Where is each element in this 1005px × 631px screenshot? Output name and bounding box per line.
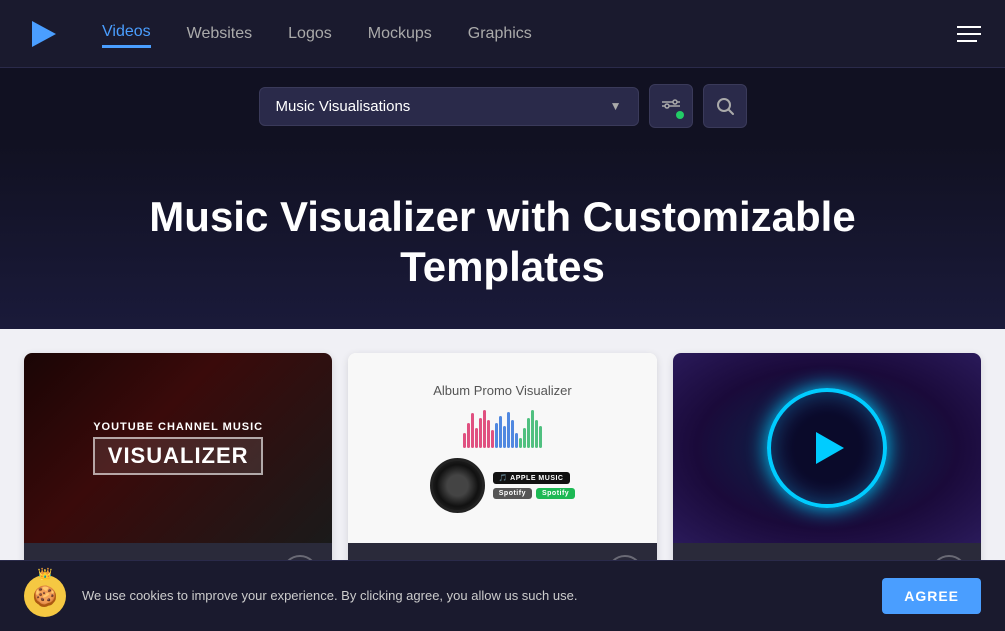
- apple-music-badge: 🎵 APPLE MUSIC: [493, 472, 570, 484]
- nav-item-websites[interactable]: Websites: [187, 21, 253, 47]
- album-waveform: [463, 408, 542, 448]
- logo-icon: [24, 15, 62, 53]
- album-cover: [430, 458, 485, 513]
- cookie-emoji: 🍪: [33, 584, 58, 609]
- main-nav: Videos Websites Logos Mockups Graphics: [102, 19, 957, 48]
- spotify-badge-2: Spotify: [536, 488, 575, 499]
- card-2-image: Album Promo Visualizer: [348, 353, 656, 543]
- card-2-image-title: Album Promo Visualizer: [433, 383, 571, 398]
- card-3-image: [673, 353, 981, 543]
- dropdown-value: Music Visualisations: [276, 98, 411, 115]
- agree-button[interactable]: AGREE: [882, 578, 981, 614]
- nav-item-logos[interactable]: Logos: [288, 21, 332, 47]
- nav-item-videos[interactable]: Videos: [102, 19, 151, 48]
- header: Videos Websites Logos Mockups Graphics: [0, 0, 1005, 68]
- category-dropdown[interactable]: Music Visualisations ▼: [259, 87, 639, 126]
- search-icon: [715, 96, 735, 116]
- search-button[interactable]: [703, 84, 747, 128]
- cookie-icon: 👑 🍪: [24, 575, 66, 617]
- bass-ring: [767, 388, 887, 508]
- hero-section: Music Visualizer with Customizable Templ…: [0, 144, 1005, 329]
- spotify-badge-1: Spotify: [493, 488, 532, 499]
- hamburger-menu-button[interactable]: [957, 26, 981, 42]
- card-1-image: YOUTUBE CHANNEL MUSIC VISUALIZER: [24, 353, 332, 543]
- album-badges: 🎵 APPLE MUSIC Spotify Spotify: [493, 472, 575, 499]
- cookie-text: We use cookies to improve your experienc…: [82, 587, 866, 605]
- card-1-image-line1: YOUTUBE CHANNEL MUSIC: [93, 421, 263, 433]
- crown-icon: 👑: [38, 567, 53, 581]
- cookie-banner: 👑 🍪 We use cookies to improve your exper…: [0, 560, 1005, 631]
- nav-item-mockups[interactable]: Mockups: [368, 21, 432, 47]
- album-bottom: 🎵 APPLE MUSIC Spotify Spotify: [430, 458, 575, 513]
- search-bar: Music Visualisations ▼: [0, 68, 1005, 144]
- logo[interactable]: [24, 15, 62, 53]
- card-1-image-line2: VISUALIZER: [93, 437, 263, 475]
- bass-play-icon: [816, 432, 844, 464]
- filter-button[interactable]: [649, 84, 693, 128]
- nav-item-graphics[interactable]: Graphics: [468, 21, 532, 47]
- filter-active-indicator: [676, 111, 684, 119]
- hero-heading: Music Visualizer with Customizable Templ…: [143, 192, 863, 293]
- chevron-down-icon: ▼: [610, 99, 622, 113]
